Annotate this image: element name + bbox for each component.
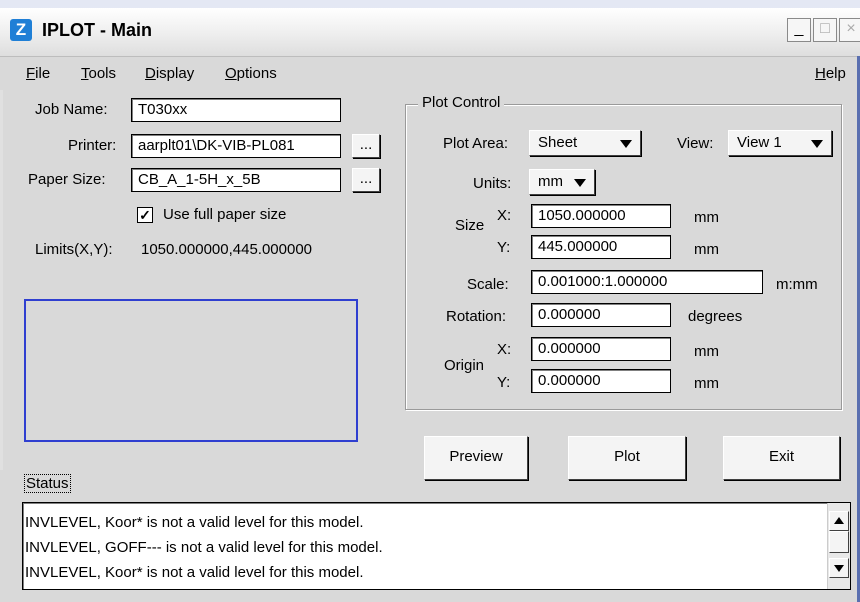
scroll-up-arrow-icon xyxy=(834,517,844,524)
iplot-app-icon: Z xyxy=(10,19,32,41)
exit-button[interactable]: Exit xyxy=(723,436,840,480)
size-x-field[interactable]: 1050.000000 xyxy=(531,204,671,228)
plot-area-dropdown[interactable]: Sheet xyxy=(529,130,641,156)
scroll-down-button[interactable] xyxy=(829,558,849,578)
menu-display[interactable]: Display xyxy=(145,65,194,82)
units-value: mm xyxy=(538,173,563,190)
status-label: Status xyxy=(24,474,71,493)
size-x-unit: mm xyxy=(694,209,719,226)
origin-x-unit: mm xyxy=(694,343,719,360)
view-label: View: xyxy=(677,135,714,152)
plot-area-value: Sheet xyxy=(538,134,578,151)
status-log[interactable]: INVLEVEL, Koor* is not a valid level for… xyxy=(22,502,851,590)
view-dropdown[interactable]: View 1 xyxy=(728,130,832,156)
iplot-main-window: Z IPLOT - Main _ □ × File Tools Display … xyxy=(0,0,860,602)
status-line: INVLEVEL, GOFF--- is not a valid level f… xyxy=(25,539,383,556)
window-title: IPLOT - Main xyxy=(42,20,152,40)
origin-y-label: Y: xyxy=(497,374,511,391)
scroll-thumb[interactable] xyxy=(829,531,849,553)
size-y-label: Y: xyxy=(497,239,511,256)
printer-label: Printer: xyxy=(68,137,117,154)
plot-area-label: Plot Area: xyxy=(443,135,509,152)
paper-size-field[interactable]: CB_A_1-5H_x_5B xyxy=(131,168,341,192)
preview-button[interactable]: Preview xyxy=(424,436,528,480)
size-y-unit: mm xyxy=(694,241,719,258)
scroll-down-arrow-icon xyxy=(834,565,844,572)
plot-preview-area[interactable] xyxy=(24,299,358,442)
scale-unit: m:mm xyxy=(776,276,818,293)
printer-field[interactable]: aarplt01\DK-VIB-PL081 xyxy=(131,134,341,158)
printer-browse-button[interactable]: ... xyxy=(352,134,380,158)
rotation-unit: degrees xyxy=(688,308,743,325)
use-full-paper-checkbox[interactable]: ✓ xyxy=(137,207,153,223)
status-scrollbar[interactable] xyxy=(827,503,850,589)
maximize-button[interactable]: □ xyxy=(813,18,837,42)
units-label: Units: xyxy=(473,175,512,192)
origin-y-field[interactable]: 0.000000 xyxy=(531,369,671,393)
plot-button[interactable]: Plot xyxy=(568,436,686,480)
menu-file[interactable]: File xyxy=(26,65,50,82)
paper-size-browse-button[interactable]: ... xyxy=(352,168,380,192)
status-line: INVLEVEL, Koor* is not a valid level for… xyxy=(25,514,364,531)
paper-size-label: Paper Size: xyxy=(28,171,106,188)
dropdown-arrow-icon xyxy=(811,140,823,148)
units-dropdown[interactable]: mm xyxy=(529,169,595,195)
dropdown-arrow-icon xyxy=(574,179,586,187)
job-name-label: Job Name: xyxy=(35,101,108,118)
origin-y-unit: mm xyxy=(694,375,719,392)
origin-label: Origin xyxy=(444,357,485,374)
use-full-paper-label[interactable]: Use full paper size xyxy=(163,206,286,223)
limits-value: 1050.000000,445.000000 xyxy=(141,241,313,258)
view-value: View 1 xyxy=(737,134,782,151)
menu-tools[interactable]: Tools xyxy=(81,65,116,82)
rotation-label: Rotation: xyxy=(446,308,507,325)
close-button[interactable]: × xyxy=(839,18,860,42)
status-line: INVLEVEL, Koor* is not a valid level for… xyxy=(25,564,364,581)
menu-bar xyxy=(0,58,860,90)
origin-x-label: X: xyxy=(497,341,512,358)
rotation-field[interactable]: 0.000000 xyxy=(531,303,671,327)
scale-field[interactable]: 0.001000:1.000000 xyxy=(531,270,763,294)
size-label: Size xyxy=(455,217,485,234)
plot-control-title: Plot Control xyxy=(418,94,505,111)
checkmark-icon: ✓ xyxy=(139,207,151,223)
dropdown-arrow-icon xyxy=(620,140,632,148)
window-left-edge xyxy=(0,90,3,470)
limits-label: Limits(X,Y): xyxy=(35,241,113,258)
size-x-label: X: xyxy=(497,207,512,224)
job-name-field[interactable]: T030xx xyxy=(131,98,341,122)
menu-options[interactable]: Options xyxy=(225,65,277,82)
scale-label: Scale: xyxy=(467,276,509,293)
minimize-button[interactable]: _ xyxy=(787,18,811,42)
size-y-field[interactable]: 445.000000 xyxy=(531,235,671,259)
scroll-up-button[interactable] xyxy=(829,511,849,531)
origin-x-field[interactable]: 0.000000 xyxy=(531,337,671,361)
menu-help[interactable]: Help xyxy=(815,65,846,82)
